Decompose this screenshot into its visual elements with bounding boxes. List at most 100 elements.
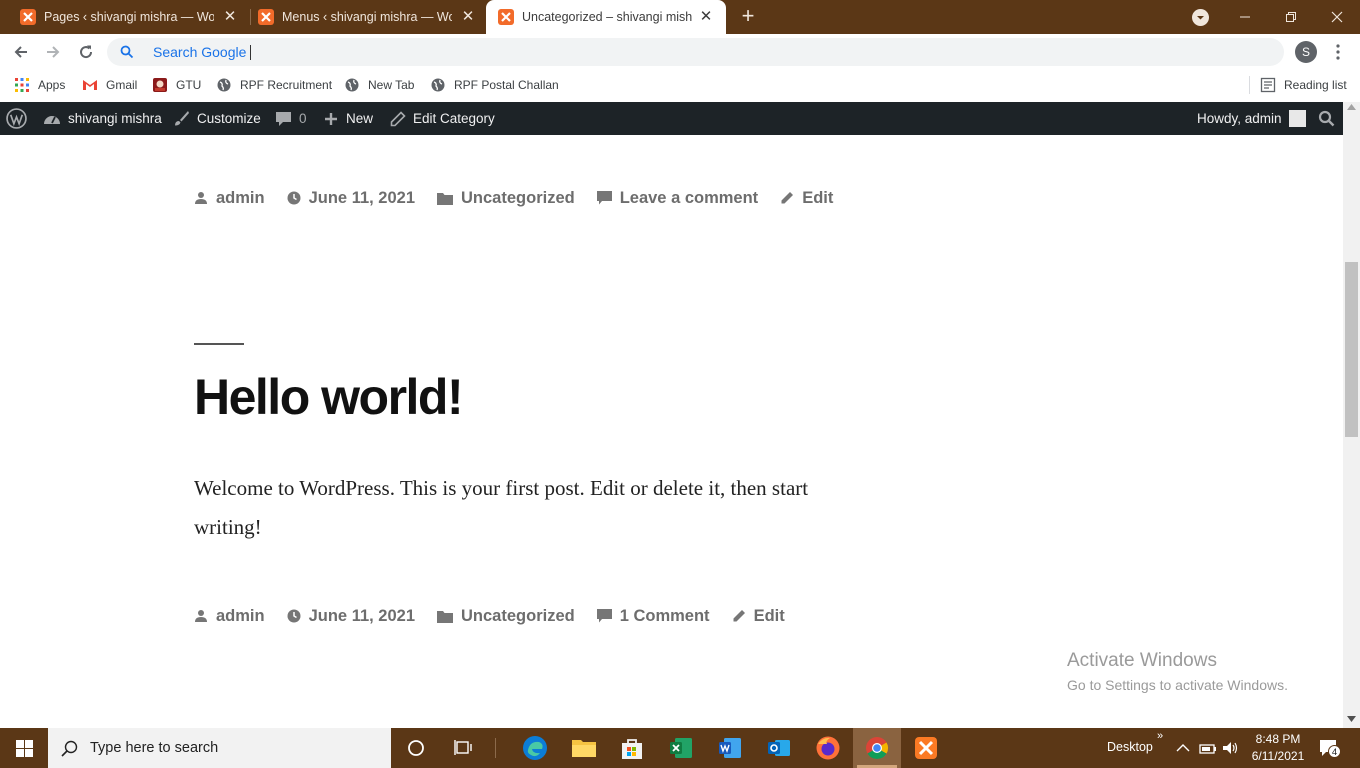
desktop-toolbar-label[interactable]: Desktop [1107,740,1153,754]
clock-icon [287,191,301,205]
tab-pages[interactable]: Pages ‹ shivangi mishra — WordPress ✕ [0,0,250,34]
bookmarks-bar: Apps Gmail GTU RPF Recruitment New Tab R… [0,70,1360,100]
text-caret [250,45,251,60]
close-window-button[interactable] [1314,0,1360,34]
minimize-button[interactable] [1222,0,1268,34]
wp-logo-button[interactable] [6,102,34,135]
bookmark-label: RPF Recruitment [240,78,333,92]
my-account-link[interactable]: Howdy, admin [1197,102,1306,135]
back-button[interactable] [9,40,33,64]
address-bar-placeholder: Search Google [153,44,247,60]
meta-category[interactable]: Uncategorized [437,189,575,208]
show-hidden-icons-button[interactable] [1174,739,1192,757]
new-content-link[interactable]: New [323,102,373,135]
store-bag-icon [622,739,642,759]
avatar [1288,110,1306,127]
bookmark-gmail[interactable]: Gmail [82,76,137,94]
restore-button[interactable] [1268,0,1314,34]
meta-category[interactable]: Uncategorized [437,607,575,626]
page-scrollbar[interactable] [1343,102,1360,728]
minimize-icon [1240,16,1250,18]
toolbar-overflow-chevron-icon[interactable]: » [1157,730,1163,742]
word-app[interactable] [706,728,754,768]
close-tab-icon[interactable]: ✕ [222,9,238,25]
tab-title: Pages ‹ shivangi mishra — WordPress [44,10,214,24]
browser-tab-strip: Pages ‹ shivangi mishra — WordPress ✕ Me… [0,0,1360,34]
cortana-circle-icon [408,740,424,756]
meta-comments[interactable]: 1 Comment [596,606,710,626]
reading-list-label: Reading list [1284,78,1347,92]
close-tab-icon[interactable]: ✕ [698,9,714,25]
scrollbar-thumb[interactable] [1345,262,1358,437]
close-tab-icon[interactable]: ✕ [460,9,476,25]
person-icon [195,192,207,204]
clock-date[interactable]: 6/11/2021 [1246,749,1310,763]
file-explorer-app[interactable] [560,728,608,768]
tab-search-button[interactable] [1192,9,1209,26]
xampp-icon [915,737,937,759]
bookmark-rpf-recruitment[interactable]: RPF Recruitment [216,76,332,94]
reading-list-button[interactable]: Reading list [1260,76,1347,94]
scroll-up-arrow-icon[interactable] [1347,104,1356,110]
customize-link[interactable]: Customize [173,102,261,135]
category-name: Uncategorized [461,188,575,207]
comments-link[interactable]: 0 [275,102,307,135]
bookmark-new-tab[interactable]: New Tab [344,76,414,94]
clock-time[interactable]: 8:48 PM [1253,732,1303,746]
meta-date[interactable]: June 11, 2021 [287,189,415,208]
action-center-button[interactable]: 4 [1318,738,1341,758]
power-tray-button[interactable] [1198,739,1218,757]
volume-tray-button[interactable] [1221,739,1241,757]
gtu-icon [153,78,167,92]
edge-app[interactable] [511,728,559,768]
tab-menus[interactable]: Menus ‹ shivangi mishra — WordPress ✕ [238,0,488,34]
meta-author[interactable]: admin [194,607,265,626]
reload-button[interactable] [74,40,98,64]
tab-title: Menus ‹ shivangi mishra — WordPress [282,10,452,24]
forward-button[interactable] [41,40,65,64]
bookmark-label: Gmail [106,78,138,92]
taskbar-search-box[interactable]: Type here to search [48,728,391,768]
customize-label: Customize [197,111,261,126]
meta-date[interactable]: June 11, 2021 [287,607,415,626]
site-name-link[interactable]: shivangi mishra [43,102,162,135]
browser-toolbar: Search Google S [0,34,1360,70]
author-name: admin [216,606,265,625]
start-button[interactable] [0,728,48,768]
post-title[interactable]: Hello world! [194,368,464,426]
clock-icon [287,609,301,623]
firefox-app[interactable] [804,728,852,768]
activate-windows-watermark: Activate Windows Go to Settings to activ… [1067,650,1288,693]
meta-edit[interactable]: Edit [780,189,833,208]
cortana-button[interactable] [392,728,440,768]
microsoft-store-app[interactable] [608,728,656,768]
tab-uncategorized[interactable]: Uncategorized – shivangi mishra ✕ [486,0,726,34]
meta-edit[interactable]: Edit [732,607,785,626]
outlook-app[interactable] [755,728,803,768]
battery-plug-icon [1199,744,1216,754]
address-bar[interactable]: Search Google [107,38,1284,66]
bookmark-apps[interactable]: Apps [14,76,65,94]
meta-comments[interactable]: Leave a comment [596,189,758,208]
bookmark-gtu[interactable]: GTU [152,76,201,94]
meta-author[interactable]: admin [194,189,265,208]
firefox-icon [816,736,840,760]
admin-search-button[interactable] [1318,102,1342,135]
comments-link-label: 1 Comment [619,606,710,625]
excel-app[interactable] [657,728,705,768]
chrome-menu-button[interactable] [1330,43,1346,61]
chrome-app[interactable] [853,728,901,768]
reading-list-icon [1260,77,1276,93]
task-view-button[interactable] [440,728,488,768]
plus-icon [325,112,337,125]
bookmark-rpf-postal-challan[interactable]: RPF Postal Challan [430,76,559,94]
bookmark-label: GTU [176,78,202,92]
pencil-icon [733,610,745,622]
scroll-down-arrow-icon[interactable] [1347,716,1356,722]
profile-avatar[interactable]: S [1295,41,1317,63]
restore-icon [1286,12,1296,22]
edit-category-link[interactable]: Edit Category [390,102,495,135]
xampp-app[interactable] [902,728,950,768]
new-tab-button[interactable]: + [736,5,760,29]
taskbar-search-placeholder: Type here to search [90,740,219,756]
